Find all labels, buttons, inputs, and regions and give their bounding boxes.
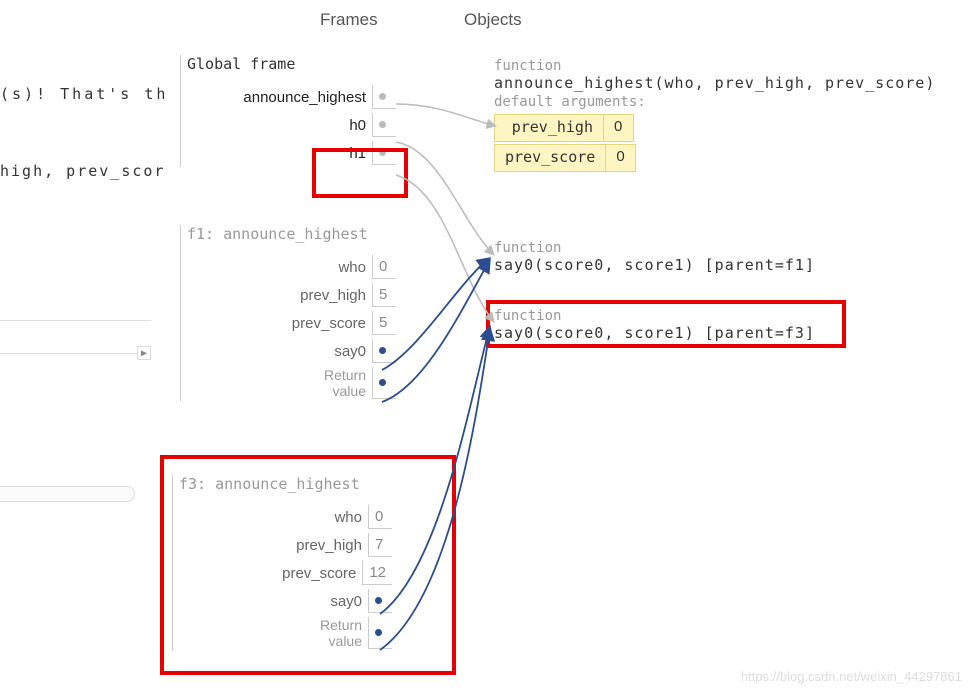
f1-prev-score: prev_score 5	[181, 309, 396, 337]
left-cropped-panel: (s)! That's th high, prev_scor ▶	[0, 0, 155, 690]
pointer-dot-icon	[379, 93, 386, 100]
pill-shape	[0, 486, 135, 502]
f1-who: who 0	[181, 253, 396, 281]
highlight-box-say0-f3	[486, 300, 846, 348]
f1-title: f1: announce_highest	[187, 225, 396, 243]
highlight-box-f3-frame	[160, 455, 456, 675]
default-arg-row: prev_score 0	[494, 144, 954, 172]
default-arg-key: prev_score	[494, 144, 606, 172]
pointer-dot-icon	[379, 121, 386, 128]
global-frame-title: Global frame	[187, 55, 295, 73]
value-box: 5	[372, 311, 396, 335]
objects-header: Objects	[464, 10, 522, 30]
default-arg-key: prev_high	[494, 114, 604, 142]
pointer-box	[372, 339, 396, 363]
pointer-box	[372, 113, 396, 137]
watermark: https://blog.csdn.net/weixin_44297861	[741, 669, 962, 684]
pointer-dot-icon	[379, 347, 386, 354]
var-label: h0	[349, 117, 372, 134]
global-var-announce-highest: announce_highest	[181, 83, 396, 111]
var-label: say0	[334, 343, 372, 360]
default-arg-row: prev_high 0	[494, 114, 954, 142]
highlight-box-h1	[312, 148, 408, 198]
var-label: announce_highest	[243, 89, 372, 106]
pointer-box	[372, 85, 396, 109]
chevron-right-icon: ▶	[137, 346, 151, 360]
default-arg-val: 0	[606, 144, 636, 172]
value-box: 5	[372, 283, 396, 307]
object-fn-say0-f1: function say0(score0, score1) [parent=f1…	[494, 240, 815, 274]
default-arg-val: 0	[604, 114, 634, 142]
f1-return: Returnvalue	[181, 365, 396, 401]
function-keyword: function	[494, 58, 954, 74]
pointer-dot-icon	[379, 379, 386, 386]
frames-header: Frames	[320, 10, 378, 30]
function-signature: announce_highest(who, prev_high, prev_sc…	[494, 74, 954, 92]
default-args-table: prev_high 0 prev_score 0	[494, 114, 954, 172]
var-label: who	[338, 259, 372, 276]
var-label: prev_high	[300, 287, 372, 304]
var-label: Returnvalue	[324, 367, 372, 399]
f1-prev-high: prev_high 5	[181, 281, 396, 309]
default-args-label: default arguments:	[494, 94, 954, 110]
divider	[0, 320, 151, 321]
function-keyword: function	[494, 240, 815, 256]
pointer-box	[372, 367, 396, 399]
value-box: 0	[372, 255, 396, 279]
function-signature: say0(score0, score1) [parent=f1]	[494, 256, 815, 274]
left-text-line2: high, prev_scor	[0, 162, 165, 180]
f1-say0: say0	[181, 337, 396, 365]
divider	[0, 353, 151, 354]
var-label: prev_score	[292, 315, 372, 332]
left-text-line1: (s)! That's th	[0, 85, 168, 103]
f1-frame: f1: announce_highest who 0 prev_high 5 p…	[180, 225, 396, 401]
object-fn-announce-highest: function announce_highest(who, prev_high…	[494, 58, 954, 174]
global-var-h0: h0	[181, 111, 396, 139]
